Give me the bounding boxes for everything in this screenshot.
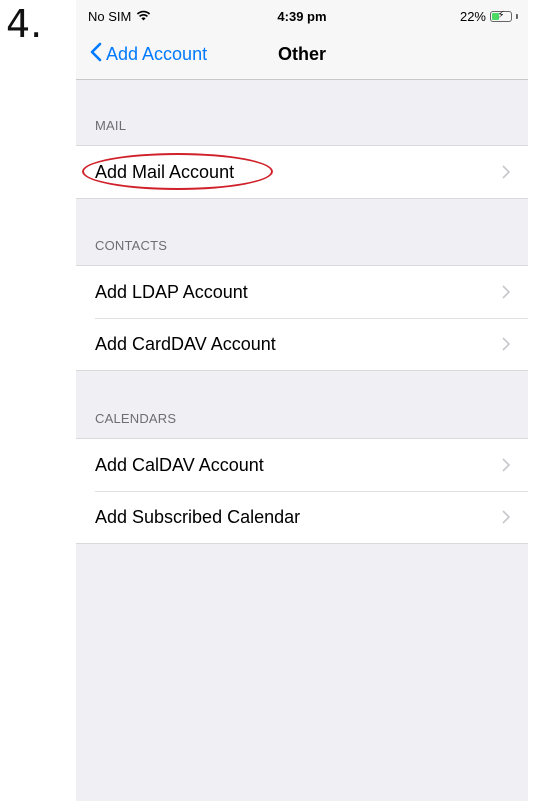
battery-percent: 22% xyxy=(459,9,486,24)
section-header-calendars: CALENDARS xyxy=(95,411,177,426)
navigation-bar: Add Account Other xyxy=(76,34,528,80)
status-bar: No SIM 4:39 pm 22% ⚡ xyxy=(76,0,528,34)
add-subscribed-calendar-row[interactable]: Add Subscribed Calendar xyxy=(76,491,528,543)
calendars-group: Add CalDAV Account Add Subscribed Calend… xyxy=(76,438,528,544)
add-carddav-account-row[interactable]: Add CardDAV Account xyxy=(76,318,528,370)
charging-bolt-icon: ⚡ xyxy=(497,10,505,21)
chevron-right-icon xyxy=(502,285,510,299)
add-ldap-account-row[interactable]: Add LDAP Account xyxy=(76,266,528,318)
step-number: 4. xyxy=(6,2,43,46)
add-mail-account-row[interactable]: Add Mail Account xyxy=(76,146,528,198)
chevron-right-icon xyxy=(502,165,510,179)
phone-screen: No SIM 4:39 pm 22% ⚡ Add Account Other M… xyxy=(76,0,528,801)
chevron-right-icon xyxy=(502,510,510,524)
page-title: Other xyxy=(277,44,326,64)
row-label: Add LDAP Account xyxy=(95,281,248,302)
row-label: Add Mail Account xyxy=(95,161,235,182)
row-label: Add CardDAV Account xyxy=(95,333,276,354)
add-caldav-account-row[interactable]: Add CalDAV Account xyxy=(76,439,528,491)
row-label: Add CalDAV Account xyxy=(95,454,264,475)
chevron-right-icon xyxy=(502,458,510,472)
battery-cap xyxy=(516,14,518,19)
row-label: Add Subscribed Calendar xyxy=(95,506,301,527)
chevron-right-icon xyxy=(502,337,510,351)
battery-icon: ⚡ xyxy=(490,10,512,22)
mail-group: Add Mail Account xyxy=(76,145,528,199)
contacts-group: Add LDAP Account Add CardDAV Account xyxy=(76,265,528,371)
section-header-mail: MAIL xyxy=(95,118,127,133)
status-right: 22% ⚡ xyxy=(460,9,518,24)
section-header-contacts: CONTACTS xyxy=(95,238,168,253)
